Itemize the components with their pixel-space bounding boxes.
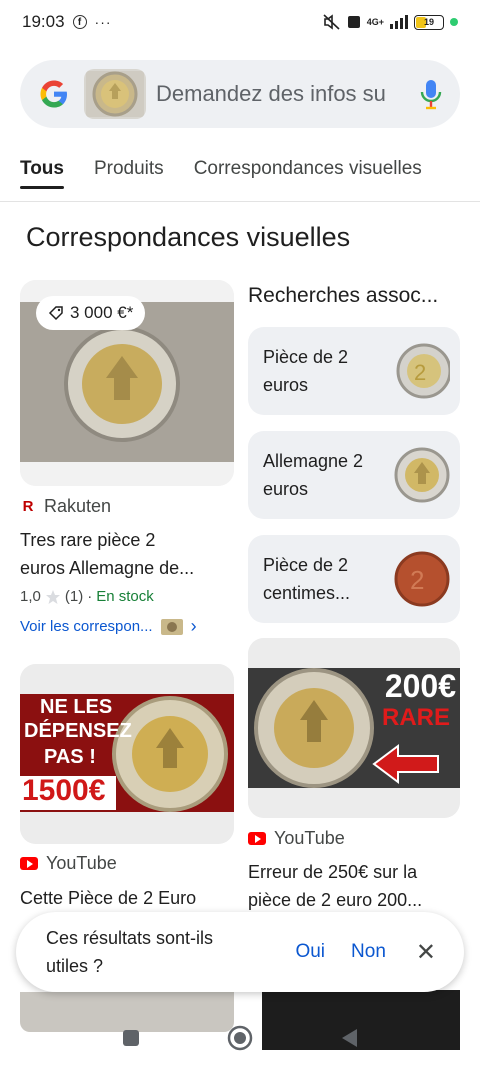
mute-icon xyxy=(323,14,340,30)
facebook-notification-icon: f xyxy=(72,15,87,29)
feedback-prompt: Ces résultats sont-ils utiles ? Oui Non … xyxy=(16,912,464,992)
status-time: 19:03 xyxy=(22,12,65,31)
banner-rare: RARE xyxy=(381,704,450,731)
feedback-question-line: utiles ? xyxy=(46,956,104,976)
video-thumbnail[interactable]: NE LES DÉPENSEZ PAS ! 1500€ xyxy=(20,664,234,844)
banner-line: PAS ! xyxy=(44,746,96,768)
related-search-item[interactable]: Pièce de 2 centimes... 2 xyxy=(248,535,460,623)
battery-level: 19 xyxy=(423,17,434,27)
related-search-image: 2 xyxy=(392,338,450,404)
feedback-question: Ces résultats sont-ils utiles ? xyxy=(46,924,269,980)
video-title-line: Cette Pièce de 2 Euro xyxy=(20,888,197,908)
product-title-line: Tres rare pièce 2 xyxy=(20,530,156,550)
related-search-item[interactable]: Pièce de 2 euros 2 xyxy=(248,327,460,415)
network-type: 4G+ xyxy=(366,17,384,27)
related-search-line: Pièce de 2 xyxy=(263,555,349,575)
related-search-line: euros xyxy=(263,375,309,395)
related-search-line: centimes... xyxy=(263,583,351,603)
related-search-line: Pièce de 2 xyxy=(263,347,349,367)
signal-icon xyxy=(390,15,408,29)
price-chip: 3 000 €* xyxy=(36,296,146,330)
banner-line: DÉPENSEZ xyxy=(24,720,132,742)
coin-2-euro-icon: 2 xyxy=(396,343,450,399)
related-search-image: 2 xyxy=(392,546,450,612)
related-search-item[interactable]: Allemagne 2 euros xyxy=(248,431,460,519)
star-icon xyxy=(45,589,60,604)
stock-status: En stock xyxy=(96,588,154,605)
source-name: Rakuten xyxy=(44,496,112,516)
rating-value: 1,0 xyxy=(20,588,41,605)
rakuten-icon: R xyxy=(22,498,34,515)
feedback-question-line: Ces résultats sont-ils xyxy=(46,928,214,948)
filter-tabs: Tous Produits Correspondances visuelles xyxy=(0,150,480,202)
banner-line: NE LES xyxy=(40,696,113,718)
source-name: YouTube xyxy=(46,853,117,873)
price-tag-icon xyxy=(48,306,63,321)
video-title[interactable]: Erreur de 250€ sur la pièce de 2 euro 20… xyxy=(248,858,460,914)
tab-correspondances-visuelles[interactable]: Correspondances visuelles xyxy=(194,150,422,188)
search-bar[interactable]: Demandez des infos su xyxy=(20,60,460,128)
related-search-label: Allemagne 2 euros xyxy=(263,447,392,503)
banner-price: 1500€ xyxy=(22,774,106,807)
rating-count: (1) xyxy=(64,588,84,605)
video-title-line: Erreur de 250€ sur la xyxy=(248,862,418,882)
video-source[interactable]: YouTube xyxy=(20,853,117,874)
product-image[interactable]: 3 000 €* xyxy=(20,280,234,486)
battery-icon: 19 xyxy=(414,14,444,30)
svg-text:2: 2 xyxy=(414,360,426,385)
status-bar: 19:03 f ··· 4G+ 19 xyxy=(0,0,480,44)
mic-icon[interactable] xyxy=(418,77,444,111)
tab-produits[interactable]: Produits xyxy=(94,150,164,188)
related-search-image xyxy=(392,442,450,508)
related-search-line: Allemagne 2 xyxy=(263,451,364,471)
related-search-label: Pièce de 2 centimes... xyxy=(263,551,392,607)
source-name: YouTube xyxy=(274,828,345,848)
banner-price: 200€ xyxy=(384,668,456,704)
more-notifications-icon: ··· xyxy=(94,14,112,30)
close-icon[interactable]: ✕ xyxy=(416,938,436,967)
feedback-yes-button[interactable]: Oui xyxy=(295,941,325,963)
see-matches-link[interactable]: Voir les correspon... › xyxy=(20,616,197,637)
related-search-label: Pièce de 2 euros xyxy=(263,343,392,399)
back-icon[interactable] xyxy=(339,1027,359,1049)
price-value: 3 000 €* xyxy=(70,303,134,322)
rating-line: 1,0 (1) · En stock xyxy=(20,588,154,605)
tab-tous[interactable]: Tous xyxy=(20,150,64,189)
related-search-line: euros xyxy=(263,479,309,499)
youtube-icon xyxy=(248,832,266,845)
video-thumbnail[interactable]: 200€ RARE xyxy=(248,638,460,818)
product-title[interactable]: Tres rare pièce 2 euros Allemagne de... xyxy=(20,526,234,582)
product-title-line: euros Allemagne de... xyxy=(20,558,195,578)
search-input[interactable]: Demandez des infos su xyxy=(156,81,418,107)
recent-apps-icon[interactable] xyxy=(121,1028,141,1048)
coin-thumbnail-icon xyxy=(86,71,144,117)
google-logo-icon xyxy=(40,80,67,108)
related-searches-title: Recherches assoc... xyxy=(248,284,439,307)
see-matches-label: Voir les correspon... xyxy=(20,618,153,635)
system-nav-bar xyxy=(0,1008,480,1067)
product-source[interactable]: R Rakuten xyxy=(20,496,111,517)
video-title[interactable]: Cette Pièce de 2 Euro xyxy=(20,884,234,912)
coin-germany-icon xyxy=(394,447,450,503)
coin-2-cent-icon: 2 xyxy=(394,551,450,607)
separator: · xyxy=(87,588,93,605)
chevron-right-icon: › xyxy=(190,616,197,636)
volte-icon xyxy=(347,16,360,28)
home-icon[interactable] xyxy=(227,1025,253,1051)
video-source[interactable]: YouTube xyxy=(248,828,345,849)
video-title-line: pièce de 2 euro 200... xyxy=(248,890,423,910)
svg-text:2: 2 xyxy=(410,565,424,595)
privacy-indicator-dot xyxy=(450,18,458,26)
section-title: Correspondances visuelles xyxy=(26,222,351,252)
search-image-thumbnail[interactable] xyxy=(84,69,146,119)
thumbnail-icon xyxy=(160,618,183,635)
youtube-icon xyxy=(20,857,38,870)
feedback-no-button[interactable]: Non xyxy=(351,941,386,963)
